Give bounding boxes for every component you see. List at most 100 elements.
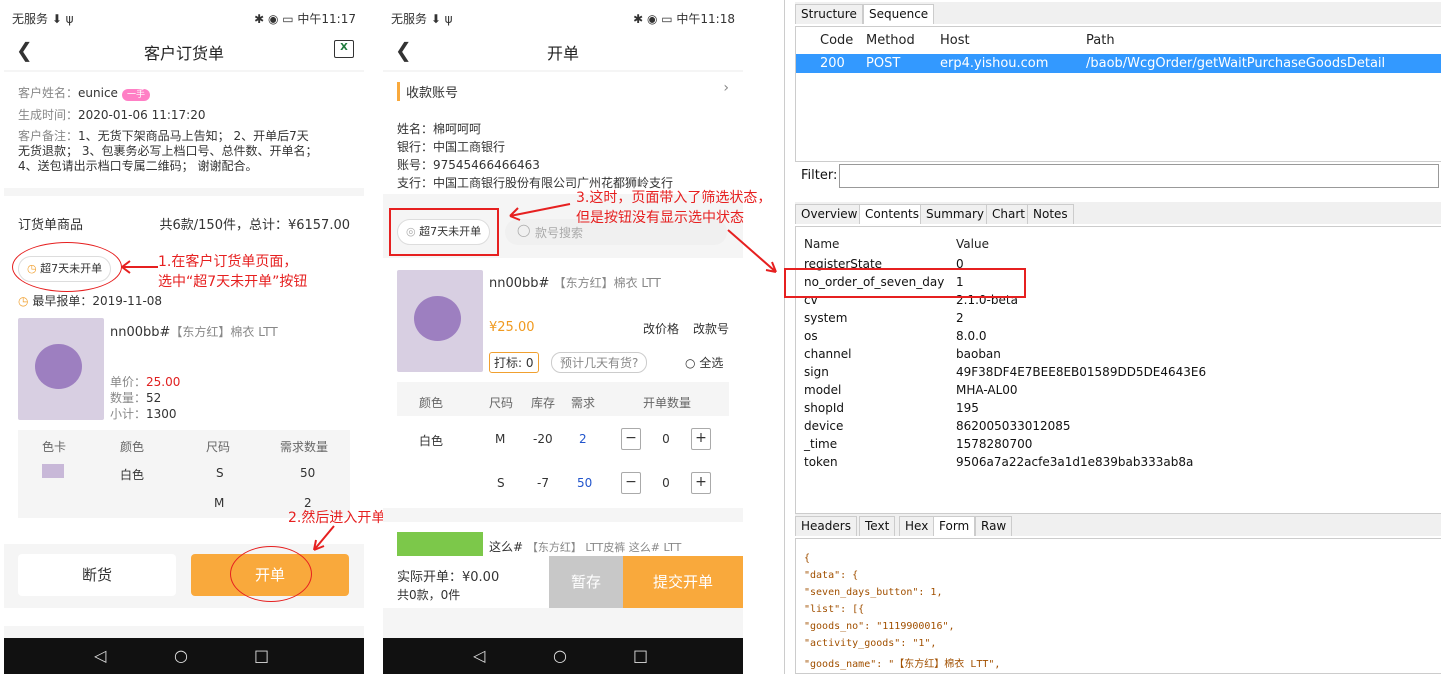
json-line: "list": [{ <box>804 604 865 615</box>
recent-nav-icon[interactable]: □ <box>633 646 648 665</box>
tab-notes[interactable]: Notes <box>1027 204 1074 224</box>
edit-no-link[interactable]: 改款号 <box>693 320 729 337</box>
annotation-box-param <box>784 268 1026 298</box>
kv-name-channel[interactable]: channel <box>804 347 851 361</box>
kv-value[interactable]: baoban <box>956 347 1001 361</box>
row1-open-qty[interactable]: 0 <box>651 428 681 450</box>
status-bar: 无服务 ⬇ ψ ✱ ◉ ▭ 中午11:17 <box>4 0 364 34</box>
earliest-date: ◷ 最早报单：2019-11-08 <box>18 294 163 308</box>
kv-value[interactable]: 8.0.0 <box>956 329 987 343</box>
subtotal: 1300 <box>146 407 177 421</box>
expect-days-button[interactable]: 预计几天有货? <box>551 352 648 373</box>
kv-name-shopid[interactable]: shopId <box>804 401 844 415</box>
unit-price: 25.00 <box>146 375 181 389</box>
radio-icon: ○ <box>685 356 696 370</box>
out-of-stock-button[interactable]: 断货 <box>18 554 176 596</box>
kv-name--time[interactable]: _time <box>804 437 837 451</box>
kv-value[interactable]: 49F38DF4E7BEE8EB01589DD5DE4643E6 <box>956 365 1206 379</box>
th-qty: 需求数量 <box>280 440 329 454</box>
annotation-arrow-4 <box>727 229 777 273</box>
payee-bank: 银行：中国工商银行 <box>397 140 506 154</box>
customer-info-card: 客户姓名：eunice 一手 生成时间：2020-01-06 11:17:20 客… <box>4 72 364 188</box>
kv-name-model[interactable]: model <box>804 383 841 397</box>
status-left: 无服务 ⬇ ψ <box>12 12 74 26</box>
tab-chart[interactable]: Chart <box>986 204 1031 224</box>
session-row[interactable]: 200 POST erp4.yishou.com /baob/WcgOrder/… <box>796 54 1441 73</box>
kv-name-token[interactable]: token <box>804 455 838 469</box>
qty-row: 数量：52 <box>110 391 162 405</box>
row-host: erp4.yishou.com <box>940 56 1049 71</box>
tab-headers[interactable]: Headers <box>795 516 857 536</box>
row2-need: 50 <box>577 476 593 490</box>
row2-size: S <box>497 476 505 490</box>
tab-text[interactable]: Text <box>859 516 896 536</box>
tag-button[interactable]: 打标: 0 <box>489 352 539 373</box>
th-color: 颜色 <box>120 440 145 454</box>
annotation-arrow-2 <box>313 525 335 551</box>
home-nav-icon[interactable]: ○ <box>174 646 188 665</box>
col-method[interactable]: Method <box>866 33 915 48</box>
back-nav-icon[interactable]: ◁ <box>473 646 485 665</box>
json-line: "seven_days_button": 1, <box>804 587 943 598</box>
chevron-right-icon[interactable]: › <box>723 80 729 96</box>
filter-input[interactable] <box>839 164 1439 188</box>
home-nav-icon[interactable]: ○ <box>553 646 567 665</box>
qty: 52 <box>146 391 162 405</box>
minus-button[interactable]: − <box>621 472 641 494</box>
minus-button[interactable]: − <box>621 428 641 450</box>
plus-button[interactable]: + <box>691 428 711 450</box>
tab-structure[interactable]: Structure <box>795 4 863 24</box>
tab-overview[interactable]: Overview <box>795 204 864 224</box>
kv-value[interactable]: 862005033012085 <box>956 419 1071 433</box>
edit-price-link[interactable]: 改价格 <box>643 320 679 337</box>
kv-name-system[interactable]: system <box>804 311 847 325</box>
tab-hex[interactable]: Hex <box>899 516 935 536</box>
product2-title: 这么# 【东方红】 LTT皮裤 这么# LTT <box>489 540 682 554</box>
android-nav-bar: ◁ ○ □ <box>4 638 364 674</box>
row1-stepper: − 0 + <box>621 428 711 450</box>
row2-open-qty[interactable]: 0 <box>651 472 681 494</box>
kv-value[interactable]: 195 <box>956 401 979 415</box>
annotation-3-line2: 但是按钮没有显示选中状态 <box>576 210 744 226</box>
select-all-checkbox[interactable]: ○ 全选 <box>685 354 723 371</box>
product-price: ¥25.00 <box>489 320 535 335</box>
save-draft-button[interactable]: 暂存 <box>549 556 623 608</box>
kv-name-device[interactable]: device <box>804 419 843 433</box>
product-thumbnail[interactable] <box>18 318 104 420</box>
tab-form[interactable]: Form <box>933 516 976 536</box>
row1-stock: -20 <box>533 432 553 446</box>
kv-name-os[interactable]: os <box>804 329 818 343</box>
payee-account: 账号：97545466466463 <box>397 158 540 172</box>
phone-open-order-screen: 无服务 ⬇ ψ ✱ ◉ ▭ 中午11:18 ❮ 开单 收款账号 › 姓名：棉呵呵… <box>383 0 743 674</box>
count-summary: 共0款，0件 <box>397 588 461 602</box>
plus-button[interactable]: + <box>691 472 711 494</box>
kv-name-sign[interactable]: sign <box>804 365 829 379</box>
kv-value[interactable]: 1578280700 <box>956 437 1032 451</box>
customer-name: eunice <box>78 86 118 100</box>
page-title: 开单 <box>546 44 579 63</box>
kv-value[interactable]: MHA-AL00 <box>956 383 1018 397</box>
tab-summary[interactable]: Summary <box>920 204 990 224</box>
tab-contents[interactable]: Contents <box>859 204 925 224</box>
col-code[interactable]: Code <box>820 33 853 48</box>
submit-order-button[interactable]: 提交开单 <box>623 556 743 608</box>
top-tabbar: Structure Sequence <box>795 2 1441 24</box>
row2-size: M <box>214 496 225 510</box>
status-bar: 无服务 ⬇ ψ ✱ ◉ ▭ 中午11:18 <box>383 0 743 34</box>
kv-value[interactable]: 2 <box>956 311 964 325</box>
row-path: /baob/WcgOrder/getWaitPurchaseGoodsDetai… <box>1086 56 1386 71</box>
product-title: nn00bb#【东方红】棉衣 LTT <box>110 325 278 340</box>
back-nav-icon[interactable]: ◁ <box>94 646 106 665</box>
status-right: ✱ ◉ ▭ 中午11:18 <box>633 12 735 26</box>
row1-color: 白色 <box>419 434 444 448</box>
kv-value[interactable]: 9506a7a22acfe3a1d1e839bab333ab8a <box>956 455 1193 469</box>
remark-line-3: 4、送包请出示档口专属二维码； 谢谢配合。 <box>18 159 258 173</box>
col-host[interactable]: Host <box>940 33 970 48</box>
recent-nav-icon[interactable]: □ <box>254 646 269 665</box>
excel-export-icon[interactable]: X <box>334 40 354 58</box>
tab-raw[interactable]: Raw <box>975 516 1013 536</box>
clock-icon: ◷ <box>18 294 29 308</box>
product-thumbnail[interactable] <box>397 270 483 372</box>
col-path[interactable]: Path <box>1086 33 1115 48</box>
tab-sequence[interactable]: Sequence <box>863 4 935 24</box>
